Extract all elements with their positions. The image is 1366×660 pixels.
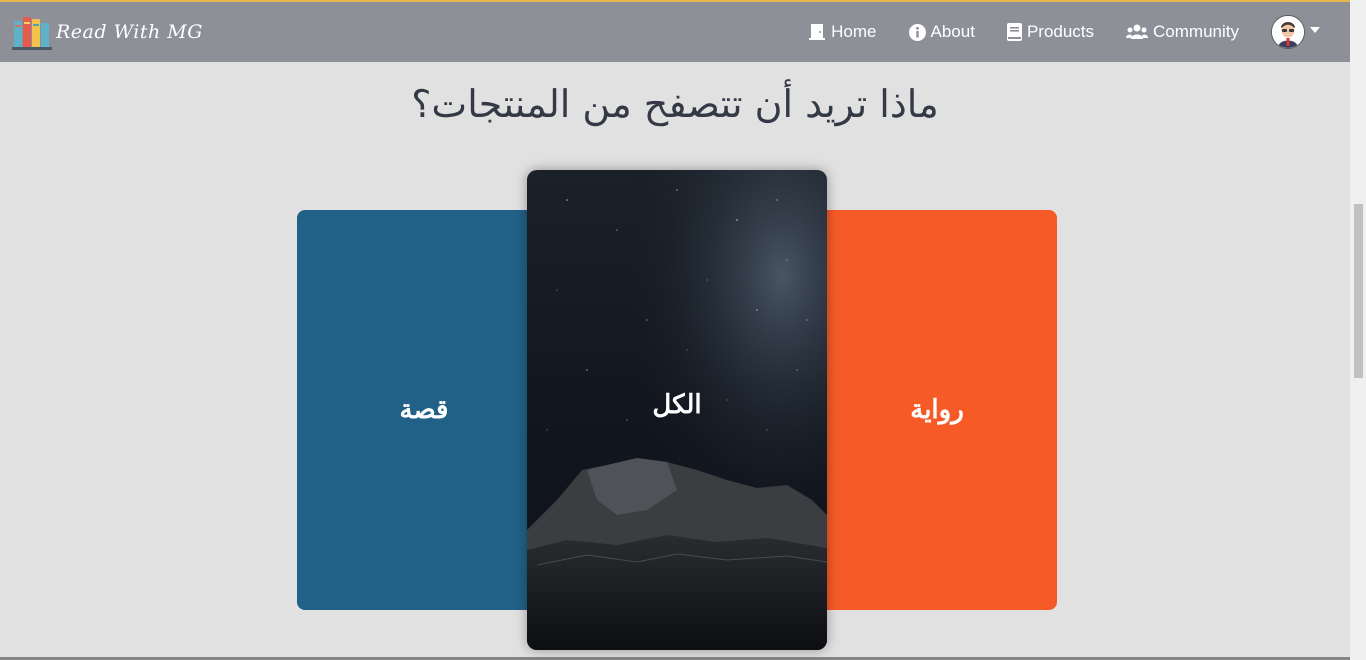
user-avatar-icon: [1271, 15, 1305, 49]
category-card-story-label: قصة: [399, 395, 449, 425]
nav-products-label: Products: [1026, 22, 1095, 41]
category-card-novel[interactable]: رواية: [787, 210, 1057, 610]
chevron-down-icon: [1310, 27, 1320, 33]
nav-home[interactable]: Home: [808, 22, 877, 42]
brand-logo[interactable]: Read With MG: [12, 14, 203, 50]
nav-home-label: Home: [831, 22, 877, 41]
nav-about-label: About: [930, 22, 975, 41]
nav-menu: Home About Products Community: [808, 2, 1350, 62]
category-card-all[interactable]: الكل: [527, 170, 827, 650]
category-card-novel-label: رواية: [910, 395, 964, 425]
scrollbar[interactable]: [1350, 0, 1366, 660]
nav-products[interactable]: Products: [1006, 22, 1095, 42]
info-icon: [908, 23, 926, 41]
books-icon: [12, 17, 52, 50]
door-icon: [809, 24, 826, 40]
user-menu-toggle[interactable]: [1271, 15, 1320, 49]
scrollbar-thumb[interactable]: [1354, 204, 1363, 378]
nav-about[interactable]: About: [908, 22, 975, 42]
nav-community[interactable]: Community: [1126, 22, 1239, 42]
users-icon: [1126, 24, 1149, 39]
navbar: Read With MG Home About Products Communi…: [0, 2, 1350, 62]
nav-community-label: Community: [1153, 22, 1239, 41]
category-card-all-label: الكل: [652, 390, 702, 420]
book-icon: [1006, 23, 1022, 41]
page-title: ماذا تريد أن تتصفح من المنتجات؟: [411, 82, 939, 126]
brand-name: Read With MG: [56, 21, 203, 43]
